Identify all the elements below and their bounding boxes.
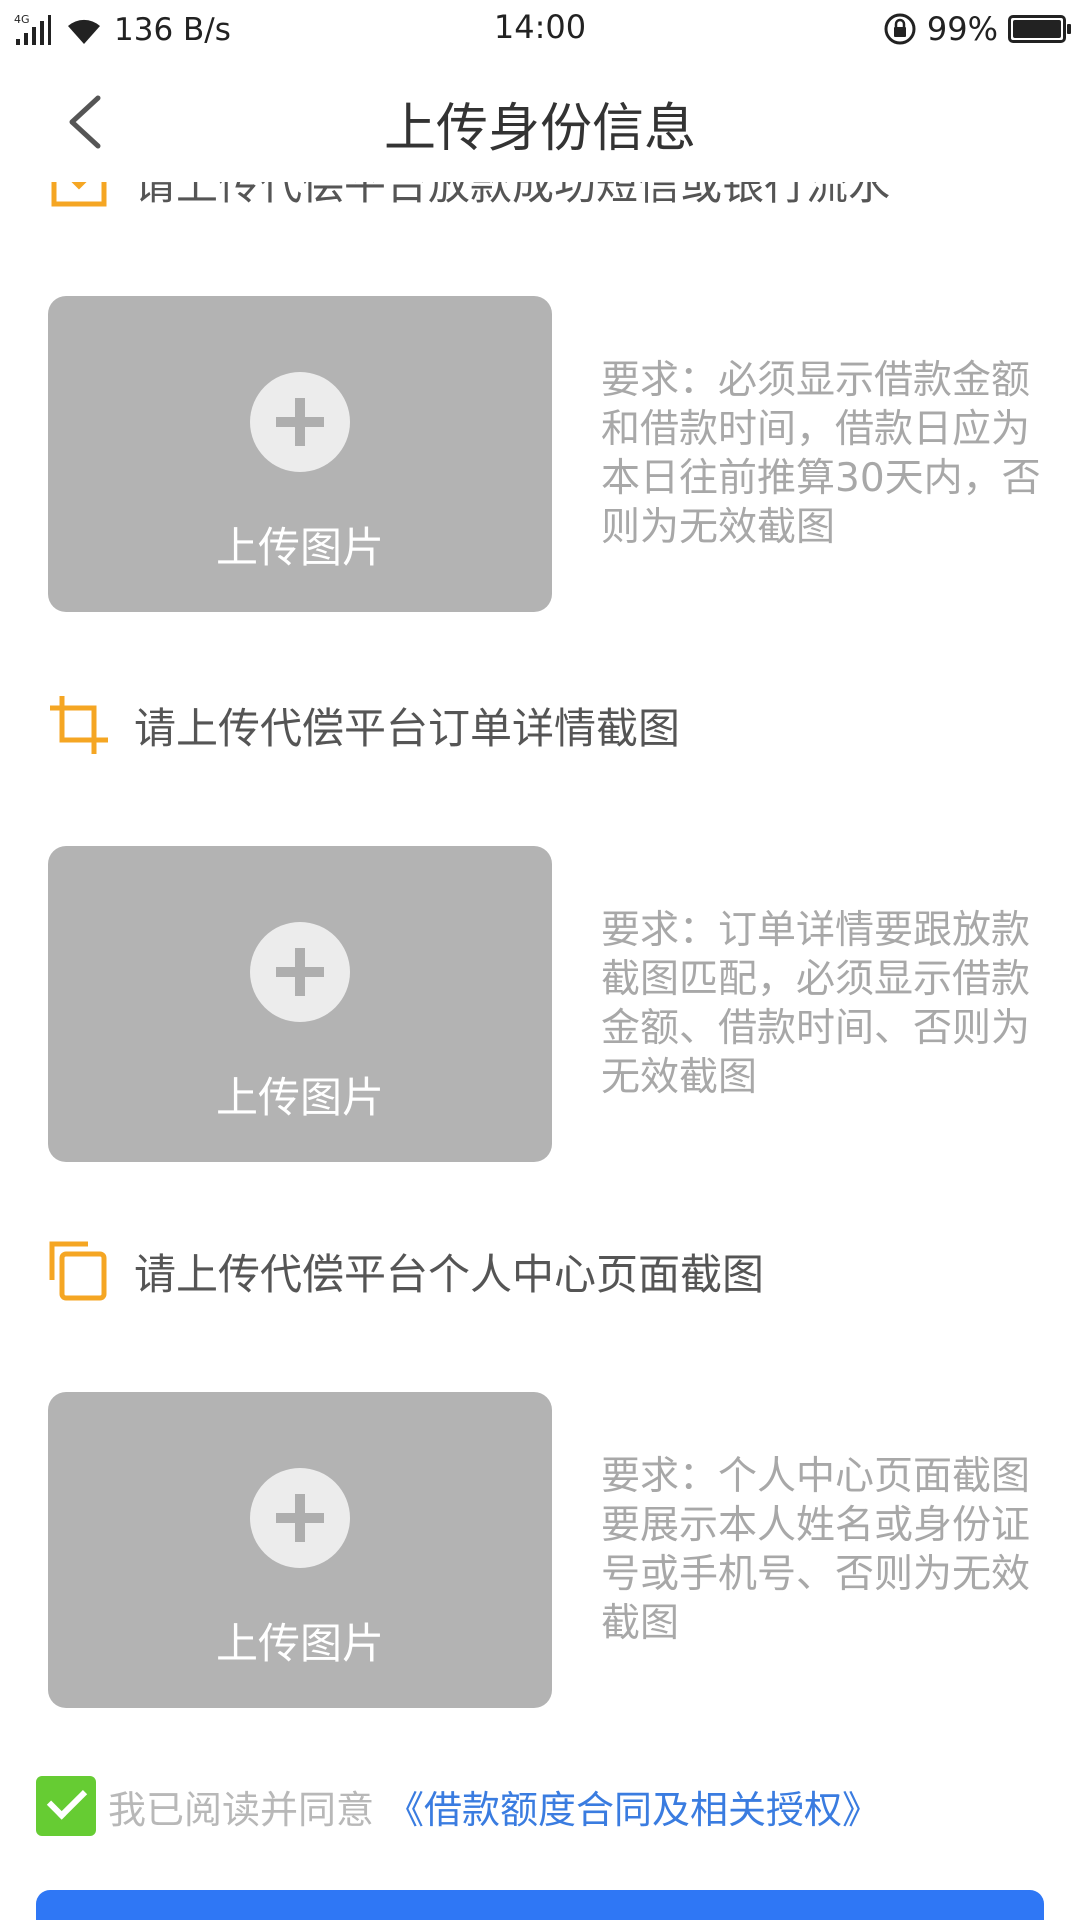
- section-title-text: 请上传代偿平台个人中心页面截图: [134, 1249, 765, 1299]
- upload-image-button-personal-center[interactable]: 上传图片: [48, 1392, 552, 1708]
- section-title-order-detail: 请上传代偿平台订单详情截图: [48, 694, 680, 756]
- section-title-text: 请上传代偿平台放款成功短信或银行流水: [134, 182, 891, 209]
- rotation-lock-icon: [884, 13, 916, 45]
- header: 上传身份信息: [0, 56, 1080, 182]
- upload-image-button-order-detail[interactable]: 上传图片: [48, 846, 552, 1162]
- battery-fill: [1013, 20, 1061, 38]
- upload-image-label: 上传图片: [215, 523, 384, 572]
- crop-icon: [50, 696, 108, 754]
- section-title-personal-center: 请上传代偿平台个人中心页面截图: [48, 1240, 764, 1302]
- requirement-text-order-detail: 要求：订单详情要跟放款截图匹配，必须显示借款金额、借款时间、否则为无效截图: [601, 908, 1031, 1100]
- copy-icon: [49, 1241, 107, 1301]
- content-scroll[interactable]: 请上传代偿平台放款成功短信或银行流水 上传图片 要求：必须显示借款金额和借款时间…: [0, 182, 1080, 1920]
- section-title-loan-sms: 请上传代偿平台放款成功短信或银行流水: [48, 182, 890, 212]
- upload-image-label: 上传图片: [215, 1619, 384, 1668]
- plus-icon: [250, 372, 350, 472]
- status-right: 99%: [883, 8, 1071, 50]
- upload-image-button-loan-sms[interactable]: 上传图片: [48, 296, 552, 612]
- section-title-text: 请上传代偿平台订单详情截图: [134, 703, 681, 753]
- plus-icon: [250, 922, 350, 1022]
- submit-button[interactable]: [36, 1890, 1044, 1920]
- plus-icon: [250, 1468, 350, 1568]
- upload-image-label: 上传图片: [215, 1073, 384, 1122]
- requirement-text-loan-sms: 要求：必须显示借款金额和借款时间，借款日应为本日往前推算30天内，否则为无效截图: [601, 358, 1041, 550]
- page-title: 上传身份信息: [383, 99, 696, 159]
- requirement-text-personal-center: 要求：个人中心页面截图要展示本人姓名或身份证号或手机号、否则为无效截图: [601, 1454, 1031, 1646]
- agreement-checkbox[interactable]: [36, 1776, 96, 1836]
- agreement-row: 我已阅读并同意 《借款额度合同及相关授权》: [36, 1776, 880, 1836]
- battery-icon: [1008, 15, 1071, 43]
- agreement-text: 我已阅读并同意: [108, 1787, 375, 1832]
- status-bar: 4G 136 B/s 14:00 99%: [0, 0, 1080, 56]
- upload-tray-icon: [51, 182, 107, 207]
- battery-percent: 99%: [926, 10, 998, 48]
- agreement-link[interactable]: 《借款额度合同及相关授权》: [386, 1779, 880, 1834]
